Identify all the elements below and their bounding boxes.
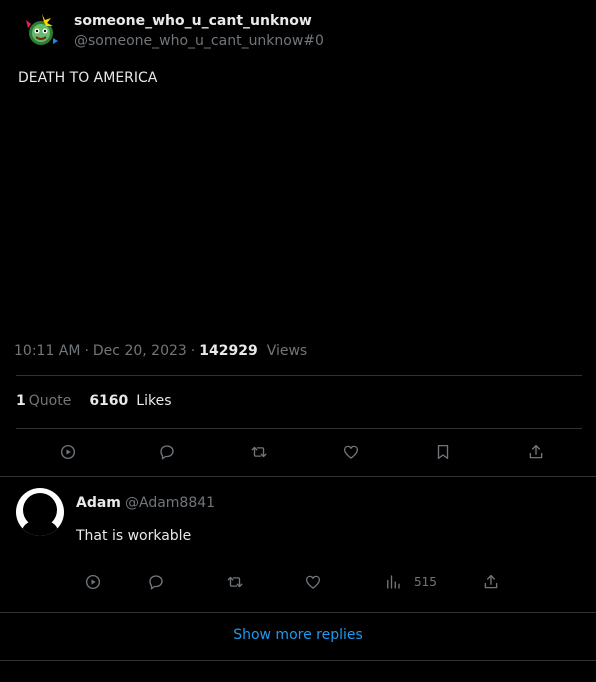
reply-icon xyxy=(160,445,174,460)
reply-play-button[interactable] xyxy=(82,571,104,593)
divider xyxy=(0,612,596,613)
bookmark-icon xyxy=(437,444,449,460)
share-icon xyxy=(484,574,498,589)
tweet-meta: 10:11 AM · Dec 20, 2023 · 142929 Views xyxy=(14,343,307,359)
quotes-label[interactable]: Quote xyxy=(29,393,72,409)
tweet-text: DEATH TO AMERICA xyxy=(18,70,158,86)
author-name[interactable]: someone_who_u_cant_unknow xyxy=(74,13,312,29)
views-label: Views xyxy=(266,343,308,359)
play-icon xyxy=(60,444,76,460)
heart-icon xyxy=(305,575,321,589)
like-button[interactable] xyxy=(340,441,362,463)
bookmark-button[interactable] xyxy=(432,441,454,463)
author-avatar[interactable] xyxy=(22,12,60,50)
divider xyxy=(0,660,596,661)
reply-reply-button[interactable] xyxy=(145,571,167,593)
play-button[interactable] xyxy=(57,441,79,463)
meta-separator: · xyxy=(190,343,196,359)
retweet-icon xyxy=(227,576,243,588)
likes-count[interactable]: 6160 xyxy=(89,393,128,409)
reply-views-count: 515 xyxy=(414,575,437,589)
reply-like-button[interactable] xyxy=(302,571,324,593)
reply-icon xyxy=(149,575,163,590)
reply-analytics-button[interactable] xyxy=(382,571,404,593)
divider xyxy=(16,428,582,429)
divider xyxy=(0,476,596,477)
share-button[interactable] xyxy=(525,441,547,463)
likes-label[interactable]: Likes xyxy=(136,393,171,409)
retweet-icon xyxy=(251,446,267,458)
reply-button[interactable] xyxy=(156,441,178,463)
reply-author-handle[interactable]: @Adam8841 xyxy=(125,495,215,511)
engagement-stats: 1 Quote 6160 Likes xyxy=(16,393,172,409)
reply-avatar[interactable] xyxy=(16,488,64,536)
author-handle[interactable]: @someone_who_u_cant_unknow#0 xyxy=(74,33,324,49)
analytics-icon xyxy=(387,575,400,589)
reply-author-name[interactable]: Adam xyxy=(76,495,121,511)
divider xyxy=(16,375,582,376)
heart-icon xyxy=(343,445,359,459)
meta-separator: · xyxy=(84,343,89,359)
tweet-time[interactable]: 10:11 AM xyxy=(14,343,80,359)
show-more-replies-link[interactable]: Show more replies xyxy=(0,627,596,643)
views-count: 142929 xyxy=(199,343,258,359)
retweet-button[interactable] xyxy=(248,441,270,463)
share-icon xyxy=(529,444,543,459)
reply-retweet-button[interactable] xyxy=(224,571,246,593)
quotes-count[interactable]: 1 xyxy=(16,393,26,409)
reply-text: That is workable xyxy=(76,528,192,544)
play-icon xyxy=(85,574,101,590)
tweet-date[interactable]: Dec 20, 2023 xyxy=(93,343,187,359)
reply-share-button[interactable] xyxy=(480,571,502,593)
